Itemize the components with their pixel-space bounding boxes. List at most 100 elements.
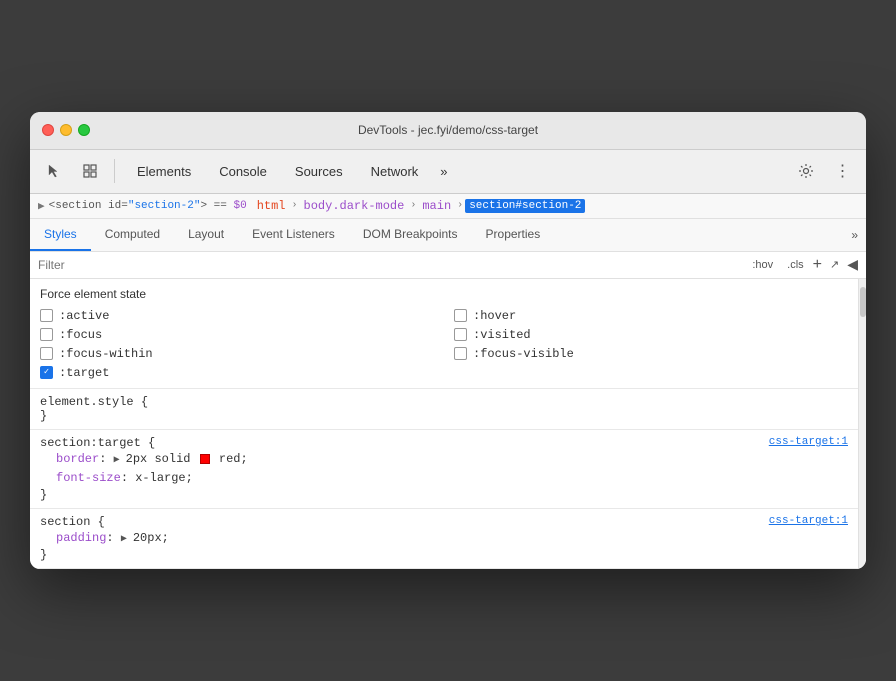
- focus-visible-label: :focus-visible: [473, 347, 574, 361]
- element-style-selector: element.style {: [40, 395, 148, 409]
- window-title: DevTools - jec.fyi/demo/css-target: [358, 123, 538, 137]
- breadcrumb-sep-3: ›: [457, 200, 463, 211]
- state-target: :target: [40, 366, 434, 380]
- breadcrumb-body[interactable]: body.dark-mode: [300, 198, 409, 214]
- tab-console[interactable]: Console: [205, 158, 281, 185]
- padding-value: 20px;: [133, 531, 169, 545]
- section-header: section { css-target:1: [40, 515, 848, 529]
- tab-layout[interactable]: Layout: [174, 219, 238, 251]
- font-size-prop-name: font-size: [56, 471, 121, 485]
- breadcrumb-section[interactable]: section#section-2: [465, 199, 585, 213]
- tab-elements[interactable]: Elements: [123, 158, 205, 185]
- breadcrumb-main[interactable]: main: [418, 198, 455, 214]
- styles-content: Force element state :active :foc: [30, 279, 858, 570]
- active-label: :active: [59, 309, 109, 323]
- breadcrumb-sep-2: ›: [410, 200, 416, 211]
- toolbar-divider: [114, 159, 115, 183]
- cursor-tool-button[interactable]: [38, 155, 70, 187]
- font-size-prop-line: font-size: x-large;: [40, 469, 848, 488]
- cls-button[interactable]: .cls: [782, 256, 809, 274]
- more-options-button[interactable]: ⋮: [826, 155, 858, 187]
- section-target-rule: section:target { css-target:1 border: ▶ …: [30, 430, 858, 509]
- minimize-button[interactable]: [60, 124, 72, 136]
- target-checkbox[interactable]: [40, 366, 53, 379]
- tab-sources[interactable]: Sources: [281, 158, 357, 185]
- border-prop-line: border: ▶ 2px solid red;: [40, 450, 848, 469]
- breadcrumb-tag-text: <section id="section-2"> == $0: [49, 200, 247, 212]
- focus-visible-checkbox[interactable]: [454, 347, 467, 360]
- element-style-close: }: [40, 409, 848, 423]
- target-label: :target: [59, 366, 109, 380]
- tab-properties[interactable]: Properties: [472, 219, 555, 251]
- gear-icon: [798, 163, 814, 179]
- toolbar-nav: Elements Console Sources Network »: [123, 158, 786, 185]
- tab-styles[interactable]: Styles: [30, 219, 91, 251]
- breadcrumb-html[interactable]: html: [253, 198, 290, 214]
- padding-prop-line: padding: ▶ 20px;: [40, 529, 848, 548]
- active-checkbox[interactable]: [40, 309, 53, 322]
- sidebar-toggle-button[interactable]: ◀: [847, 256, 858, 273]
- state-focus: :focus: [40, 328, 434, 342]
- toolbar-right: ⋮: [790, 155, 858, 187]
- scrollbar-track[interactable]: [858, 279, 866, 570]
- devtools-window: DevTools - jec.fyi/demo/css-target Eleme…: [30, 112, 866, 570]
- add-rule-button[interactable]: +: [813, 257, 822, 273]
- maximize-button[interactable]: [78, 124, 90, 136]
- toolbar-more-tabs[interactable]: »: [432, 158, 455, 185]
- border-prop-name: border: [56, 452, 99, 466]
- focus-label: :focus: [59, 328, 102, 342]
- force-state-title: Force element state: [40, 287, 848, 301]
- padding-triangle[interactable]: ▶: [121, 534, 133, 545]
- filter-input[interactable]: [38, 258, 743, 272]
- cursor-icon: [46, 163, 62, 179]
- state-visited: :visited: [454, 328, 848, 342]
- traffic-lights: [42, 124, 90, 136]
- main-area: Force element state :active :foc: [30, 279, 866, 570]
- main-toolbar: Elements Console Sources Network » ⋮: [30, 150, 866, 194]
- styles-tab-more[interactable]: »: [843, 220, 866, 250]
- border-value-partial: 2px solid: [126, 452, 198, 466]
- force-state-section: Force element state :active :foc: [30, 279, 858, 389]
- tab-computed[interactable]: Computed: [91, 219, 174, 251]
- element-style-header: element.style {: [40, 395, 848, 409]
- border-triangle[interactable]: ▶: [114, 455, 126, 466]
- section-target-selector: section:target {: [40, 436, 155, 450]
- section-source[interactable]: css-target:1: [769, 515, 848, 527]
- devtools-body: ▶ <section id="section-2"> == $0 html › …: [30, 194, 866, 570]
- font-size-value: x-large;: [135, 471, 193, 485]
- border-colon: :: [99, 452, 106, 466]
- hov-button[interactable]: :hov: [747, 256, 778, 274]
- tab-event-listeners[interactable]: Event Listeners: [238, 219, 349, 251]
- section-target-header: section:target { css-target:1: [40, 436, 848, 450]
- inspect-tool-button[interactable]: [74, 155, 106, 187]
- focus-checkbox[interactable]: [40, 328, 53, 341]
- section-target-close: }: [40, 488, 848, 502]
- visited-checkbox[interactable]: [454, 328, 467, 341]
- scrollbar-thumb[interactable]: [860, 287, 866, 317]
- filter-bar: :hov .cls + ↗ ◀: [30, 252, 866, 279]
- font-size-colon: :: [121, 471, 135, 485]
- styles-panel: Force element state :active :foc: [30, 279, 858, 570]
- inspect-icon: [82, 163, 98, 179]
- breadcrumb-arrow: ▶: [38, 199, 45, 213]
- red-color-swatch[interactable]: [200, 454, 210, 464]
- close-button[interactable]: [42, 124, 54, 136]
- state-focus-within: :focus-within: [40, 347, 434, 361]
- tab-network[interactable]: Network: [357, 158, 433, 185]
- expand-icon[interactable]: ↗: [826, 256, 843, 273]
- hover-label: :hover: [473, 309, 516, 323]
- section-target-source[interactable]: css-target:1: [769, 436, 848, 448]
- hover-checkbox[interactable]: [454, 309, 467, 322]
- focus-within-checkbox[interactable]: [40, 347, 53, 360]
- titlebar: DevTools - jec.fyi/demo/css-target: [30, 112, 866, 150]
- breadcrumb-bar: ▶ <section id="section-2"> == $0 html › …: [30, 194, 866, 219]
- force-state-grid: :active :focus :focus-within: [40, 309, 848, 380]
- styles-tabs-bar: Styles Computed Layout Event Listeners D…: [30, 219, 866, 252]
- tab-dom-breakpoints[interactable]: DOM Breakpoints: [349, 219, 472, 251]
- padding-colon: :: [106, 531, 120, 545]
- section-rule: section { css-target:1 padding: ▶ 20px; …: [30, 509, 858, 569]
- padding-prop-name: padding: [56, 531, 106, 545]
- state-focus-visible: :focus-visible: [454, 347, 848, 361]
- settings-button[interactable]: [790, 155, 822, 187]
- section-selector: section {: [40, 515, 105, 529]
